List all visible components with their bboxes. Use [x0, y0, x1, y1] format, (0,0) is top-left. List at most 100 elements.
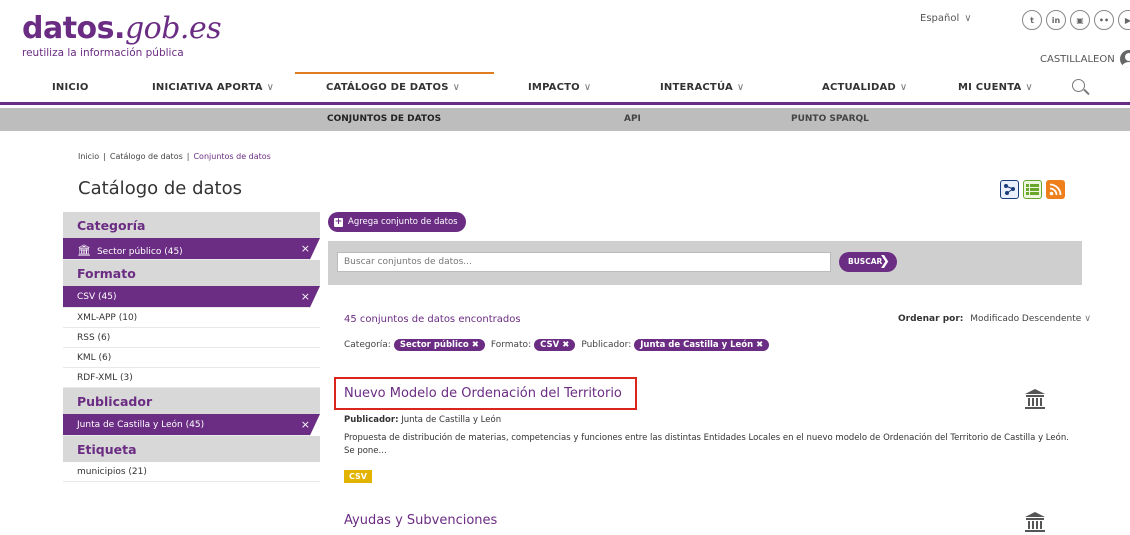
breadcrumb: Inicio | Catálogo de datos | Conjuntos de da…	[78, 152, 271, 161]
nav-label: MI CUENTA	[958, 82, 1022, 93]
chevron-right-icon: ❯	[879, 254, 890, 269]
subnav-api[interactable]: API	[624, 114, 641, 124]
youtube-icon[interactable]: ▣	[1070, 10, 1090, 30]
publisher-value: Junta de Castilla y León	[401, 415, 502, 425]
search-bar: Buscar conjuntos de datos... BUSCAR ❯	[328, 241, 1082, 285]
rss-icon[interactable]	[1046, 180, 1065, 199]
page-title: Catálogo de datos	[78, 178, 242, 199]
sparql-icon[interactable]	[1000, 180, 1019, 199]
close-icon[interactable]: ×	[301, 242, 310, 255]
logo-gob-text: gob.es	[124, 11, 222, 46]
flickr-icon[interactable]: ••	[1094, 10, 1114, 30]
filter-chip-publicador[interactable]: Junta de Castilla y León ✖	[634, 339, 770, 351]
filter-label-categoria: Categoría:	[344, 340, 391, 350]
nav-actualidad[interactable]: ACTUALIDAD ∨	[822, 82, 907, 93]
facet-label: Junta de Castilla y León (45)	[77, 420, 205, 430]
active-filters: Categoría: Sector público ✖ Formato: CSV…	[344, 339, 772, 351]
nav-label: INICIATIVA APORTA	[152, 82, 263, 93]
publisher-label: Publicador:	[344, 415, 399, 425]
add-dataset-label: Agrega conjunto de datos	[348, 217, 458, 227]
subnav-conjuntos-de-datos[interactable]: CONJUNTOS DE DATOS	[327, 114, 441, 124]
filter-chip-formato[interactable]: CSV ✖	[534, 339, 576, 351]
nav-label: INICIO	[52, 82, 89, 93]
chip-label: Sector público	[399, 340, 469, 350]
sort-label: Ordenar por:	[898, 314, 964, 324]
twitter-icon[interactable]: t	[1022, 10, 1042, 30]
format-tag[interactable]: CSV	[344, 470, 372, 483]
subnav-punto-sparql[interactable]: PUNTO SPARQL	[791, 114, 869, 124]
remove-icon: ✖	[562, 340, 570, 350]
logo-main-text: datos.	[22, 11, 125, 46]
main-navigation: INICIO INICIATIVA APORTA ∨ CATÁLOGO DE DA…	[0, 72, 1130, 105]
close-icon[interactable]: ×	[301, 418, 310, 431]
facet-selected-publicador[interactable]: Junta de Castilla y León (45) ×	[63, 414, 320, 436]
facet-item-rdf-xml[interactable]: RDF-XML (3)	[63, 368, 320, 388]
plus-icon: +	[334, 216, 343, 227]
chip-label: CSV	[540, 340, 560, 350]
nav-impacto[interactable]: IMPACTO ∨	[528, 82, 591, 93]
csv-export-icon[interactable]	[1023, 180, 1042, 199]
search-button-label: BUSCAR	[848, 257, 883, 266]
filter-chip-categoria[interactable]: Sector público ✖	[393, 339, 485, 351]
remove-icon: ✖	[471, 340, 479, 350]
chevron-down-icon: ∨	[452, 82, 461, 93]
linkedin-icon[interactable]: in	[1046, 10, 1066, 30]
facet-selected-formato[interactable]: CSV (45) ×	[63, 286, 320, 308]
nav-interactua[interactable]: INTERACTÚA ∨	[660, 82, 744, 93]
bank-icon	[1025, 512, 1045, 532]
chevron-down-icon: ∨	[266, 82, 275, 93]
bank-icon	[1025, 389, 1045, 409]
sort-value: Modificado Descendente	[970, 314, 1082, 324]
breadcrumb-separator: |	[103, 152, 106, 161]
filter-label-publicador: Publicador:	[581, 340, 632, 350]
facet-item-rss[interactable]: RSS (6)	[63, 328, 320, 348]
nav-mi-cuenta[interactable]: MI CUENTA ∨	[958, 82, 1033, 93]
site-header: datos.gob.es reutiliza la información pú…	[0, 0, 1130, 72]
facet-selected-categoria[interactable]: 🏛 Sector público (45) ×	[63, 238, 320, 260]
user-name: CASTILLALEON	[1040, 53, 1115, 65]
breadcrumb-separator: |	[186, 152, 190, 161]
result-title[interactable]: Ayudas y Subvenciones	[344, 513, 497, 528]
language-selector[interactable]: Español ∨	[920, 13, 972, 24]
site-logo[interactable]: datos.gob.es reutiliza la información pú…	[22, 11, 222, 60]
active-tab-indicator	[295, 72, 494, 74]
facet-label: CSV (45)	[77, 292, 117, 302]
remove-icon: ✖	[756, 340, 764, 350]
language-label: Español	[920, 13, 960, 24]
chevron-down-icon: ∨	[736, 82, 745, 93]
chip-label: Junta de Castilla y León	[640, 340, 754, 350]
filter-label-formato: Formato:	[490, 340, 532, 350]
chevron-down-icon: ∨	[1025, 82, 1033, 93]
facet-heading-publicador: Publicador	[63, 388, 320, 414]
nav-inicio[interactable]: INICIO	[52, 82, 89, 93]
sort-selector[interactable]: Ordenar por: Modificado Descendente ∨	[898, 314, 1091, 324]
breadcrumb-catalogo[interactable]: Catálogo de datos	[110, 152, 183, 161]
facet-item-xml-app[interactable]: XML-APP (10)	[63, 308, 320, 328]
result-publisher: Publicador: Junta de Castilla y León	[344, 415, 501, 425]
search-input[interactable]: Buscar conjuntos de datos...	[337, 252, 831, 272]
add-dataset-button[interactable]: + Agrega conjunto de datos	[328, 212, 466, 232]
chevron-down-icon: ∨	[1084, 314, 1091, 324]
facet-heading-categoria: Categoría	[63, 212, 320, 238]
nav-catalogo-de-datos[interactable]: CATÁLOGO DE DATOS ∨	[326, 82, 460, 93]
chevron-down-icon: ∨	[964, 13, 972, 24]
results-count: 45 conjuntos de datos encontrados	[344, 314, 521, 325]
sub-navigation: CONJUNTOS DE DATOS API PUNTO SPARQL	[0, 108, 1130, 131]
user-menu[interactable]: CASTILLALEON	[1040, 50, 1130, 68]
search-button[interactable]: BUSCAR ❯	[839, 252, 897, 272]
youtube-play-icon[interactable]: ▶	[1118, 10, 1130, 30]
close-icon[interactable]: ×	[301, 290, 310, 303]
search-icon[interactable]	[1072, 79, 1090, 97]
facet-heading-formato: Formato	[63, 260, 320, 286]
nav-iniciativa-aporta[interactable]: INICIATIVA APORTA ∨	[152, 82, 274, 93]
chevron-down-icon: ∨	[899, 82, 908, 93]
nav-label: INTERACTÚA	[660, 82, 733, 93]
export-icons	[1000, 180, 1065, 199]
facet-item-kml[interactable]: KML (6)	[63, 348, 320, 368]
nav-label: IMPACTO	[528, 82, 580, 93]
facet-label: Sector público (45)	[96, 247, 183, 257]
result-title[interactable]: Nuevo Modelo de Ordenación del Territori…	[344, 386, 622, 401]
nav-label: ACTUALIDAD	[822, 82, 896, 93]
facet-item-municipios[interactable]: municipios (21)	[63, 462, 320, 482]
breadcrumb-inicio[interactable]: Inicio	[78, 152, 99, 161]
